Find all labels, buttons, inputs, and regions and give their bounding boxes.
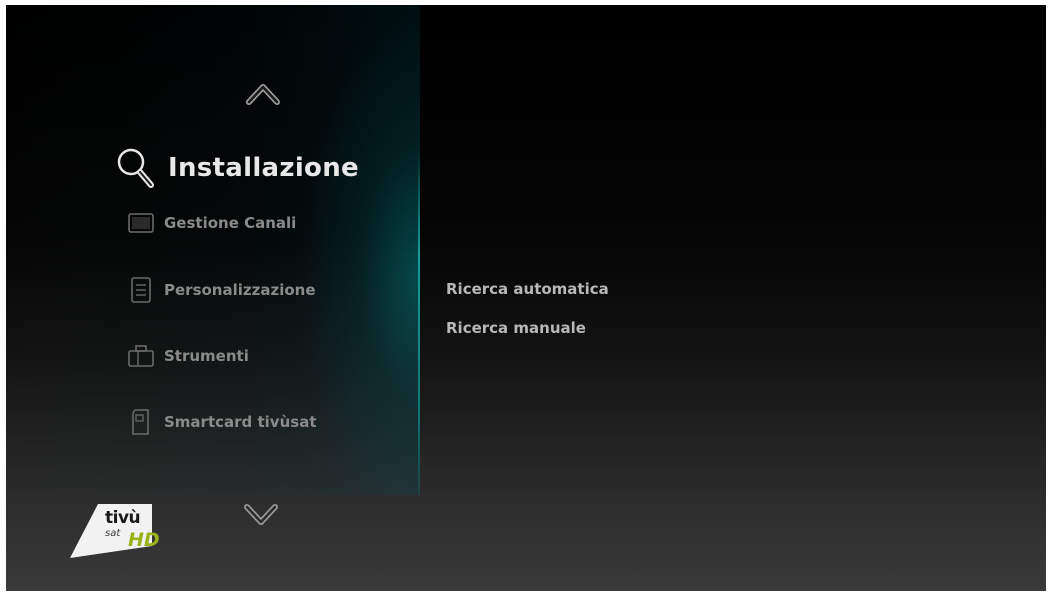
tv-screen: Installazione Gestione Canali Personaliz… [6,5,1046,591]
menu-item-strumenti[interactable]: Strumenti [126,341,249,371]
settings-doc-icon [126,275,156,305]
smartcard-icon [126,407,156,437]
menu-item-label: Personalizzazione [164,281,316,299]
submenu-ricerca-manuale[interactable]: Ricerca manuale [446,319,586,337]
chevron-down-icon[interactable] [241,500,281,530]
menu-item-gestione-canali[interactable]: Gestione Canali [126,208,296,238]
logo-hd-badge: HD [128,529,160,551]
menu-divider [418,150,420,495]
channel-list-icon [126,208,156,238]
submenu-ricerca-automatica[interactable]: Ricerca automatica [446,280,609,298]
section-title: Installazione [114,145,359,191]
chevron-up-icon[interactable] [243,78,283,108]
menu-item-label: Strumenti [164,347,249,365]
menu-item-personalizzazione[interactable]: Personalizzazione [126,275,316,305]
logo-brand: tivù [105,508,141,528]
tivusat-hd-logo: tivù sat HD [68,502,178,562]
toolbox-icon [126,341,156,371]
logo-sub: sat [105,528,121,539]
search-icon [114,145,158,191]
menu-item-label: Smartcard tivùsat [164,413,317,431]
page-title: Installazione [168,153,359,183]
menu-item-smartcard[interactable]: Smartcard tivùsat [126,407,316,437]
menu-item-label: Gestione Canali [164,214,297,232]
